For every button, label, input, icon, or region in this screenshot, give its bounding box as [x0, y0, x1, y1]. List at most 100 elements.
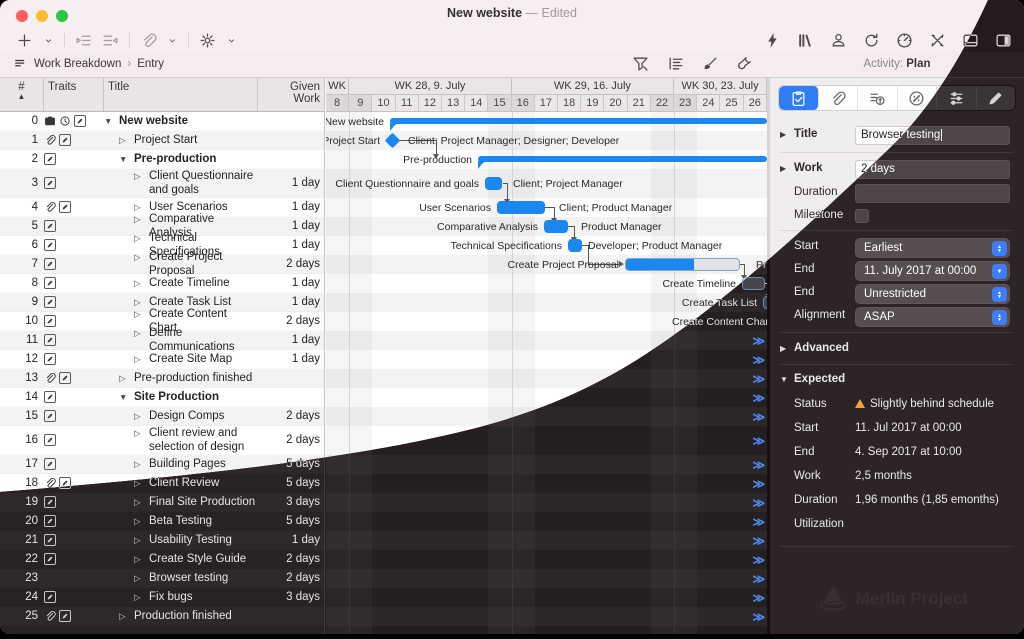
expand-triangle-icon[interactable]: ▷	[134, 427, 144, 438]
offscreen-bar-chevron-icon[interactable]: ≫	[752, 353, 763, 367]
breadcrumb-item[interactable]: Entry	[137, 58, 164, 70]
inspector-tab-pencil[interactable]	[977, 86, 1016, 110]
inspector-tab-clock-percent[interactable]	[898, 86, 938, 110]
offscreen-bar-chevron-icon[interactable]: ≫	[752, 553, 763, 567]
column-header-traits[interactable]: Traits	[44, 78, 104, 111]
inspector-tab-clipboard-check[interactable]	[779, 86, 819, 110]
expand-triangle-icon[interactable]: ▷	[134, 534, 144, 545]
start-date-combo[interactable]: 11. July 2017 at 00:00 ▼	[855, 261, 1010, 281]
table-row[interactable]: 24▷Fix bugs3 days	[0, 588, 324, 607]
offscreen-bar-chevron-icon[interactable]: ≫	[752, 410, 763, 424]
collapse-triangle-icon[interactable]: ▼	[104, 115, 114, 126]
expand-triangle-icon[interactable]: ▷	[119, 134, 129, 145]
table-row[interactable]: 2▼Pre-production	[0, 150, 324, 169]
table-row[interactable]: 19▷Final Site Production3 days	[0, 493, 324, 512]
expand-triangle-icon[interactable]: ▷	[134, 353, 144, 364]
offscreen-bar-chevron-icon[interactable]: ≫	[752, 515, 763, 529]
chevron-down-icon[interactable]	[167, 35, 178, 46]
chevron-down-icon[interactable]	[226, 35, 237, 46]
table-row[interactable]: 12▷Create Site Map1 day	[0, 350, 324, 369]
filter-icon[interactable]	[632, 55, 649, 72]
milestone-diamond[interactable]	[385, 133, 401, 149]
expected-section-label[interactable]: Expected	[794, 373, 845, 385]
offscreen-bar-chevron-icon[interactable]: ≫	[752, 534, 763, 548]
brush-icon[interactable]	[702, 55, 719, 72]
expand-triangle-icon[interactable]: ▷	[134, 572, 144, 583]
summary-bar[interactable]	[390, 118, 767, 124]
offscreen-bar-chevron-icon[interactable]: ≫	[752, 477, 763, 491]
table-row[interactable]: 23▷Browser testing2 days	[0, 569, 324, 588]
chevron-down-icon[interactable]	[43, 35, 54, 46]
expand-triangle-icon[interactable]: ▷	[134, 277, 144, 288]
table-row[interactable]: 0▼New website	[0, 112, 324, 131]
expand-triangle-icon[interactable]: ▷	[134, 170, 144, 181]
table-row[interactable]: 20▷Beta Testing5 days	[0, 512, 324, 531]
offscreen-bar-chevron-icon[interactable]: ≫	[752, 434, 763, 448]
start-popup[interactable]: Earliest ▲▼	[855, 238, 1010, 258]
task-bar[interactable]	[742, 277, 765, 290]
table-row[interactable]: 8▷Create Timeline1 day	[0, 274, 324, 293]
table-row[interactable]: 14▼Site Production	[0, 388, 324, 407]
expand-triangle-icon[interactable]: ▷	[134, 553, 144, 564]
wrench-icon[interactable]	[737, 55, 754, 72]
expand-triangle-icon[interactable]: ▷	[119, 372, 129, 383]
expand-triangle-icon[interactable]: ▷	[134, 251, 144, 262]
table-row[interactable]: 25▷Production finished	[0, 607, 324, 626]
expand-triangle-icon[interactable]: ▷	[134, 213, 144, 224]
expand-triangle-icon[interactable]: ▷	[134, 308, 144, 319]
task-bar[interactable]	[485, 177, 502, 190]
task-bar[interactable]	[497, 201, 545, 214]
sync-icon[interactable]	[863, 32, 880, 49]
expand-triangle-icon[interactable]: ▷	[134, 327, 144, 338]
expand-triangle-icon[interactable]: ▷	[134, 515, 144, 526]
outdent-icon[interactable]	[102, 32, 119, 49]
expand-triangle-icon[interactable]: ▷	[134, 477, 144, 488]
person-icon[interactable]	[830, 32, 847, 49]
task-bar[interactable]	[568, 239, 582, 252]
inspector-tab-link[interactable]	[819, 86, 859, 110]
offscreen-bar-chevron-icon[interactable]: ≫	[752, 610, 763, 624]
disclosure-triangle-icon[interactable]: ▶	[780, 130, 786, 139]
plus-icon[interactable]	[16, 32, 33, 49]
table-row[interactable]: 17▷Building Pages5 days	[0, 455, 324, 474]
advanced-section-label[interactable]: Advanced	[794, 342, 849, 354]
offscreen-bar-chevron-icon[interactable]: ≫	[752, 391, 763, 405]
alignment-popup[interactable]: ASAP ▲▼	[855, 307, 1010, 327]
end-popup[interactable]: Unrestricted ▲▼	[855, 284, 1010, 304]
expand-triangle-icon[interactable]: ▷	[134, 496, 144, 507]
expand-triangle-icon[interactable]: ▷	[134, 232, 144, 243]
offscreen-bar-chevron-icon[interactable]: ≫	[752, 572, 763, 586]
table-row[interactable]: 22▷Create Style Guide2 days	[0, 550, 324, 569]
table-row[interactable]: 3▷Client Questionnaire and goals1 day	[0, 169, 324, 198]
indent-icon[interactable]	[75, 32, 92, 49]
column-header-given-work[interactable]: Given Work	[258, 78, 324, 111]
gear-icon[interactable]	[199, 32, 216, 49]
expand-triangle-icon[interactable]: ▷	[134, 591, 144, 602]
expected-disclosure-icon[interactable]: ▼	[780, 375, 788, 384]
task-bar[interactable]	[544, 220, 568, 233]
column-header-title[interactable]: Title	[104, 78, 258, 111]
table-row[interactable]: 13▷Pre-production finished	[0, 369, 324, 388]
expand-triangle-icon[interactable]: ▷	[119, 610, 129, 621]
collapse-triangle-icon[interactable]: ▼	[119, 391, 129, 402]
inspector-tab-sliders[interactable]	[937, 86, 977, 110]
title-input[interactable]: Browser testing	[855, 126, 1010, 145]
align-list-icon[interactable]	[667, 55, 684, 72]
expand-triangle-icon[interactable]: ▷	[134, 410, 144, 421]
offscreen-bar-chevron-icon[interactable]: ≫	[752, 591, 763, 605]
gauge-icon[interactable]	[896, 32, 913, 49]
library-icon[interactable]	[797, 32, 814, 49]
table-row[interactable]: 15▷Design Comps2 days	[0, 407, 324, 426]
panel-right-icon[interactable]	[995, 32, 1012, 49]
summary-bar[interactable]	[478, 156, 767, 162]
table-row[interactable]: 11▷Define Communications1 day	[0, 331, 324, 350]
advanced-disclosure-icon[interactable]: ▶	[780, 344, 786, 353]
disclosure-triangle-icon[interactable]: ▶	[780, 164, 786, 173]
offscreen-bar-chevron-icon[interactable]: ≫	[752, 458, 763, 472]
inspector-tab-cost[interactable]	[858, 86, 898, 110]
offscreen-bar-chevron-icon[interactable]: ≫	[752, 496, 763, 510]
table-row[interactable]: 16▷Client review and selection of design…	[0, 426, 324, 455]
breadcrumb[interactable]: Work Breakdown›Entry	[14, 57, 164, 71]
work-input[interactable]: 2 days	[855, 160, 1010, 179]
table-row[interactable]: 18▷Client Review5 days	[0, 474, 324, 493]
